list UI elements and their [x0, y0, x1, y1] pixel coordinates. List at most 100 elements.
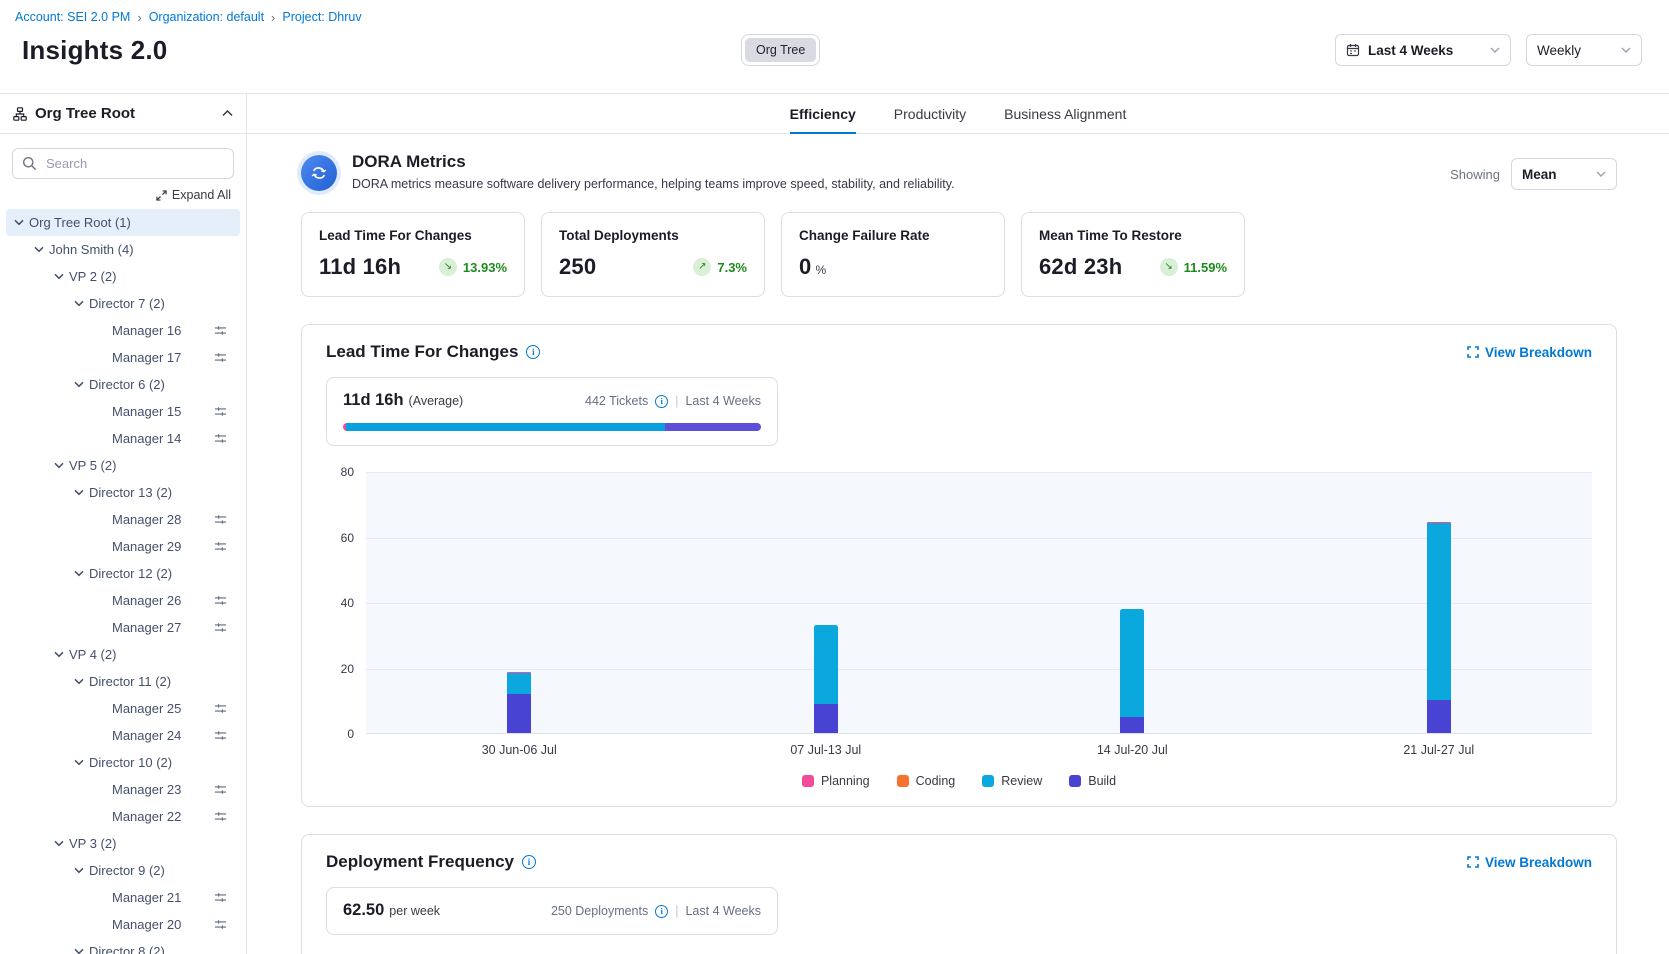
tree-item[interactable]: VP 3 (2): [6, 830, 240, 857]
view-breakdown-link[interactable]: View Breakdown: [1467, 345, 1592, 360]
tab-efficiency[interactable]: Efficiency: [790, 94, 856, 133]
org-tree: Org Tree Root (1)John Smith (4)VP 2 (2)D…: [0, 207, 246, 954]
tree-item[interactable]: Manager 27: [6, 614, 240, 641]
tree-item[interactable]: Director 7 (2): [6, 290, 240, 317]
info-icon[interactable]: i: [526, 345, 540, 359]
tree-item[interactable]: Manager 29: [6, 533, 240, 560]
filter-sliders-icon[interactable]: [214, 405, 227, 418]
tree-item[interactable]: Director 6 (2): [6, 371, 240, 398]
tree-item[interactable]: Director 8 (2): [6, 938, 240, 954]
tree-item[interactable]: Director 9 (2): [6, 857, 240, 884]
metric-card: Mean Time To Restore62d 23h↘11.59%: [1021, 212, 1245, 297]
tree-item[interactable]: Manager 14: [6, 425, 240, 452]
tree-item[interactable]: Manager 25: [6, 695, 240, 722]
search-input[interactable]: [12, 148, 234, 179]
tree-item[interactable]: John Smith (4): [6, 236, 240, 263]
tree-item[interactable]: Manager 24: [6, 722, 240, 749]
chevron-down-icon[interactable]: [54, 840, 64, 847]
tree-item[interactable]: Director 10 (2): [6, 749, 240, 776]
expand-all-button[interactable]: Expand All: [0, 179, 246, 207]
legend-item[interactable]: Planning: [802, 774, 870, 788]
breadcrumb: Account: SEI 2.0 PM›Organization: defaul…: [15, 10, 1642, 24]
y-axis: 020406080: [326, 472, 366, 734]
filter-sliders-icon[interactable]: [214, 621, 227, 634]
chevron-down-icon[interactable]: [54, 462, 64, 469]
tree-item[interactable]: Manager 22: [6, 803, 240, 830]
stacked-bar: [814, 625, 838, 733]
chevron-down-icon[interactable]: [74, 867, 84, 874]
tree-item-label: Manager 25: [112, 701, 181, 716]
granularity-dropdown[interactable]: Weekly: [1526, 34, 1642, 66]
tab-productivity[interactable]: Productivity: [894, 94, 966, 133]
tree-item-label: VP 4 (2): [69, 647, 116, 662]
filter-sliders-icon[interactable]: [214, 729, 227, 742]
info-icon[interactable]: i: [522, 855, 536, 869]
tree-item[interactable]: Director 13 (2): [6, 479, 240, 506]
filter-sliders-icon[interactable]: [214, 918, 227, 931]
deployment-section-title: Deployment Frequency: [326, 852, 514, 872]
content-scroll[interactable]: DORA Metrics DORA metrics measure softwa…: [247, 134, 1669, 954]
filter-sliders-icon[interactable]: [214, 702, 227, 715]
filter-sliders-icon[interactable]: [214, 810, 227, 823]
y-axis-label: 40: [341, 596, 354, 610]
legend-item[interactable]: Review: [982, 774, 1042, 788]
tab-business-alignment[interactable]: Business Alignment: [1004, 94, 1126, 133]
chart-legend: Planning Coding Review Build: [326, 774, 1592, 788]
chevron-down-icon[interactable]: [74, 948, 84, 954]
tree-item[interactable]: Director 11 (2): [6, 668, 240, 695]
filter-sliders-icon[interactable]: [214, 324, 227, 337]
showing-dropdown[interactable]: Mean: [1511, 158, 1617, 190]
view-breakdown-label: View Breakdown: [1485, 855, 1592, 870]
org-tree-button[interactable]: Org Tree: [745, 38, 816, 62]
chevron-down-icon[interactable]: [74, 678, 84, 685]
tree-item[interactable]: Manager 26: [6, 587, 240, 614]
chevron-down-icon[interactable]: [74, 300, 84, 307]
chevron-down-icon[interactable]: [34, 246, 44, 253]
chevron-down-icon[interactable]: [54, 273, 64, 280]
breadcrumb-link[interactable]: Organization: default: [149, 10, 264, 24]
info-icon[interactable]: i: [655, 905, 668, 918]
filter-sliders-icon[interactable]: [214, 351, 227, 364]
breadcrumb-link[interactable]: Project: Dhruv: [282, 10, 361, 24]
filter-sliders-icon[interactable]: [214, 594, 227, 607]
tree-item[interactable]: VP 4 (2): [6, 641, 240, 668]
tree-item[interactable]: Manager 17: [6, 344, 240, 371]
trend-value: 11.59%: [1184, 260, 1227, 275]
chevron-down-icon[interactable]: [74, 381, 84, 388]
trend-down-arrow-icon: ↘: [1160, 258, 1178, 276]
tree-item[interactable]: Manager 15: [6, 398, 240, 425]
tree-item[interactable]: VP 2 (2): [6, 263, 240, 290]
tree-item[interactable]: Manager 16: [6, 317, 240, 344]
bar-segment-review: [814, 625, 838, 704]
filter-sliders-icon[interactable]: [214, 513, 227, 526]
legend-item[interactable]: Build: [1069, 774, 1116, 788]
legend-item[interactable]: Coding: [897, 774, 956, 788]
metric-card-title: Mean Time To Restore: [1039, 228, 1227, 243]
tree-item-label: Manager 21: [112, 890, 181, 905]
chevron-down-icon[interactable]: [74, 759, 84, 766]
chevron-down-icon[interactable]: [74, 489, 84, 496]
tree-item[interactable]: Manager 23: [6, 776, 240, 803]
tree-item[interactable]: Director 12 (2): [6, 560, 240, 587]
collapse-chevron-up-icon[interactable]: [222, 110, 233, 117]
legend-label: Coding: [916, 774, 956, 788]
tree-item[interactable]: Manager 20: [6, 911, 240, 938]
tree-item[interactable]: VP 5 (2): [6, 452, 240, 479]
meta-divider: |: [675, 394, 678, 408]
date-range-dropdown[interactable]: Last 4 Weeks: [1335, 34, 1511, 66]
info-icon[interactable]: i: [655, 395, 668, 408]
sidebar-search: [12, 148, 234, 179]
filter-sliders-icon[interactable]: [214, 891, 227, 904]
tree-item[interactable]: Manager 28: [6, 506, 240, 533]
chevron-down-icon[interactable]: [74, 570, 84, 577]
filter-sliders-icon[interactable]: [214, 540, 227, 553]
chevron-down-icon[interactable]: [54, 651, 64, 658]
view-breakdown-link[interactable]: View Breakdown: [1467, 855, 1592, 870]
tree-item[interactable]: Manager 21: [6, 884, 240, 911]
tree-item[interactable]: Org Tree Root (1): [6, 209, 240, 236]
chevron-down-icon[interactable]: [14, 219, 24, 226]
page-body: Org Tree Root Expand All Org Tree Root (…: [0, 93, 1669, 954]
breadcrumb-link[interactable]: Account: SEI 2.0 PM: [15, 10, 130, 24]
filter-sliders-icon[interactable]: [214, 432, 227, 445]
filter-sliders-icon[interactable]: [214, 783, 227, 796]
